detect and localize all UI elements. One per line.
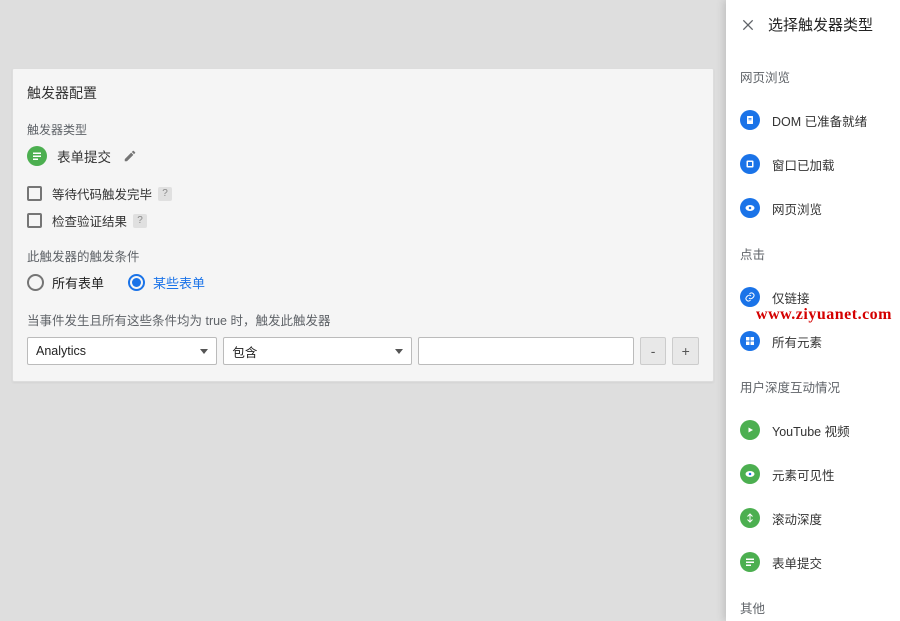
form-icon <box>27 146 47 166</box>
chevron-down-icon <box>200 349 208 354</box>
chevron-down-icon <box>395 349 403 354</box>
trigger-option-label: 元素可见性 <box>772 465 835 484</box>
trigger-config-card: 触发器配置 触发器类型 表单提交 等待代码触发完毕 ? 检查验证结果 ? 此触发… <box>12 68 714 382</box>
group-label: 用户深度互动情况 <box>740 377 886 396</box>
trigger-type-value: 表单提交 <box>57 146 111 166</box>
wait-tags-checkbox-row: 等待代码触发完毕 ? <box>27 184 699 203</box>
value-input[interactable] <box>418 337 634 365</box>
radio-icon <box>128 274 145 291</box>
trigger-option-scroll-depth[interactable]: 滚动深度 <box>740 496 886 540</box>
trigger-option-page-view[interactable]: 网页浏览 <box>740 186 886 230</box>
variable-select-value: Analytics <box>36 344 86 358</box>
wait-tags-label: 等待代码触发完毕 <box>52 184 152 203</box>
check-validation-label: 检查验证结果 <box>52 211 127 230</box>
link-icon <box>740 287 760 307</box>
play-icon <box>740 420 760 440</box>
trigger-option-dom-ready[interactable]: DOM 已准备就绪 <box>740 98 886 142</box>
scroll-icon <box>740 508 760 528</box>
panel-header: 选择触发器类型 <box>726 0 900 53</box>
box-icon <box>740 154 760 174</box>
card-title: 触发器配置 <box>27 83 699 103</box>
trigger-option-all-elements[interactable]: 所有元素 <box>740 319 886 363</box>
condition-description: 当事件发生且所有这些条件均为 true 时，触发此触发器 <box>27 310 699 329</box>
operator-select[interactable]: 包含 <box>223 337 411 365</box>
help-icon[interactable]: ? <box>133 214 147 228</box>
group-label: 网页浏览 <box>740 67 886 86</box>
eye-icon <box>740 198 760 218</box>
trigger-type-label: 触发器类型 <box>27 121 699 138</box>
trigger-option-label: 表单提交 <box>772 553 822 572</box>
remove-condition-button[interactable]: - <box>640 337 667 365</box>
radio-all-forms[interactable]: 所有表单 <box>27 273 104 292</box>
trigger-type-panel: 选择触发器类型 网页浏览DOM 已准备就绪窗口已加载网页浏览点击仅链接所有元素用… <box>726 0 900 621</box>
main-area: 触发器配置 触发器类型 表单提交 等待代码触发完毕 ? 检查验证结果 ? 此触发… <box>0 0 726 621</box>
filter-row: Analytics 包含 - + <box>27 337 699 365</box>
help-icon[interactable]: ? <box>158 187 172 201</box>
trigger-option-label: 仅链接 <box>772 288 810 307</box>
operator-select-value: 包含 <box>232 342 257 361</box>
wait-tags-checkbox[interactable] <box>27 186 42 201</box>
group-label: 其他 <box>740 598 886 617</box>
trigger-option-window-loaded[interactable]: 窗口已加载 <box>740 142 886 186</box>
panel-title: 选择触发器类型 <box>768 14 873 35</box>
group-label: 点击 <box>740 244 886 263</box>
trigger-option-form-submit[interactable]: 表单提交 <box>740 540 886 584</box>
edit-icon[interactable] <box>123 149 137 163</box>
variable-select[interactable]: Analytics <box>27 337 217 365</box>
trigger-option-label: 网页浏览 <box>772 199 822 218</box>
radio-group: 所有表单 某些表单 <box>27 273 699 292</box>
add-condition-button[interactable]: + <box>672 337 699 365</box>
trigger-option-label: 滚动深度 <box>772 509 822 528</box>
eye-icon <box>740 464 760 484</box>
trigger-option-label: 窗口已加载 <box>772 155 835 174</box>
radio-icon <box>27 274 44 291</box>
close-icon[interactable] <box>740 17 756 33</box>
trigger-option-link-only[interactable]: 仅链接 <box>740 275 886 319</box>
panel-body: 网页浏览DOM 已准备就绪窗口已加载网页浏览点击仅链接所有元素用户深度互动情况Y… <box>726 67 900 617</box>
radio-some-forms-label: 某些表单 <box>153 273 205 292</box>
radio-all-forms-label: 所有表单 <box>52 273 104 292</box>
check-validation-checkbox[interactable] <box>27 213 42 228</box>
trigger-option-label: YouTube 视频 <box>772 421 850 440</box>
radio-some-forms[interactable]: 某些表单 <box>128 273 205 292</box>
condition-header: 此触发器的触发条件 <box>27 246 699 265</box>
trigger-option-label: DOM 已准备就绪 <box>772 111 867 130</box>
grid-icon <box>740 331 760 351</box>
form-icon <box>740 552 760 572</box>
trigger-type-row: 表单提交 <box>27 146 699 166</box>
trigger-option-youtube-video[interactable]: YouTube 视频 <box>740 408 886 452</box>
doc-icon <box>740 110 760 130</box>
trigger-option-label: 所有元素 <box>772 332 822 351</box>
check-validation-checkbox-row: 检查验证结果 ? <box>27 211 699 230</box>
trigger-option-visibility[interactable]: 元素可见性 <box>740 452 886 496</box>
